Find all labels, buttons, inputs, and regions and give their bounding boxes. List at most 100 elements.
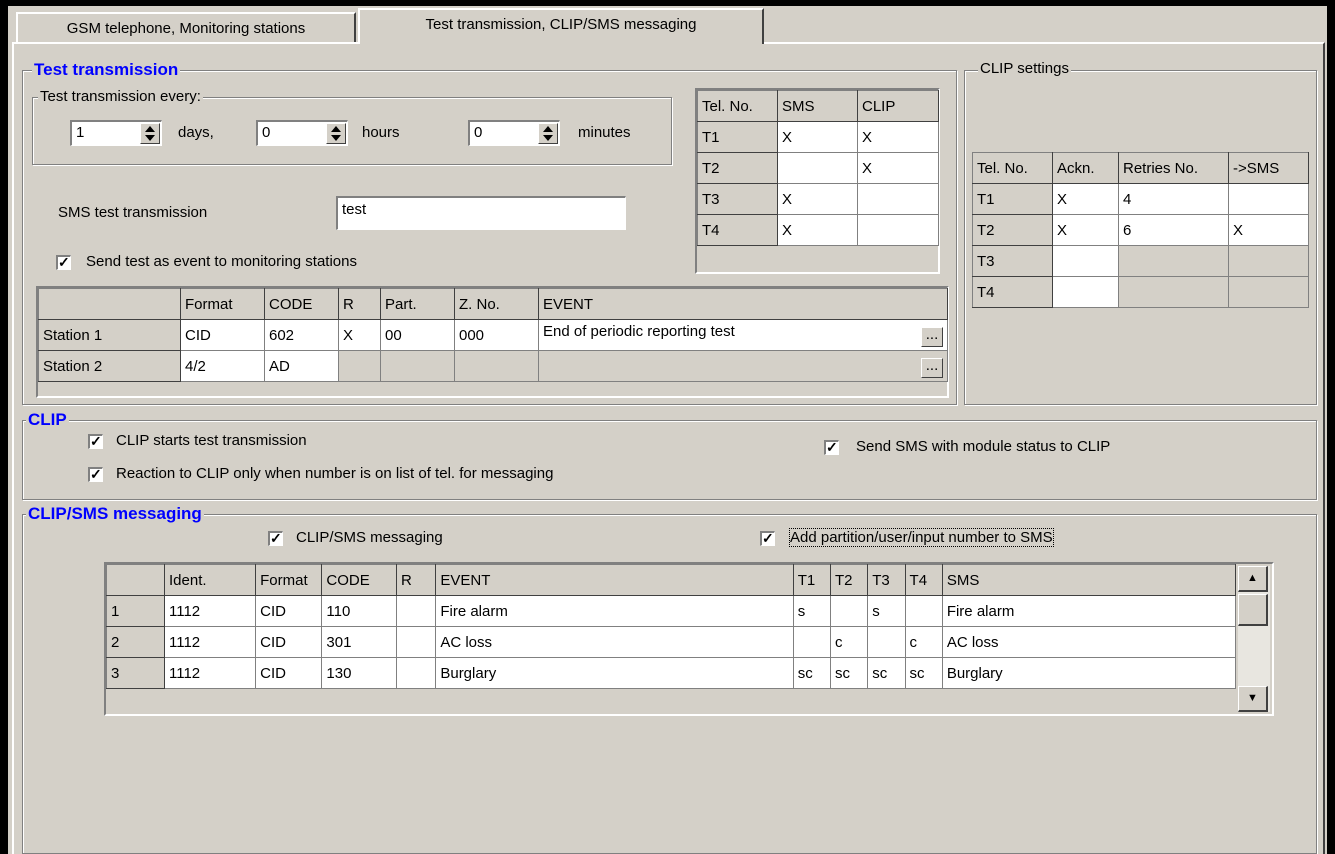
table-cell[interactable]: X xyxy=(338,319,381,351)
spin-updown-icon[interactable] xyxy=(326,123,346,144)
table-cell[interactable]: Burglary xyxy=(941,657,1237,689)
table-cell[interactable]: X xyxy=(1052,183,1119,215)
days-value: 1 xyxy=(76,124,85,141)
table-cell[interactable] xyxy=(857,183,939,215)
table-cell[interactable]: 110 xyxy=(321,595,397,627)
table-cell[interactable]: CID xyxy=(180,319,265,351)
table-cell[interactable]: 301 xyxy=(321,626,397,658)
table-cell[interactable]: c xyxy=(904,626,943,658)
column-header: ->SMS xyxy=(1228,152,1309,184)
checkmark-icon[interactable] xyxy=(760,529,775,547)
table-cell[interactable]: 00 xyxy=(380,319,455,351)
ellipsis-button[interactable]: ... xyxy=(921,358,943,378)
table-cell[interactable] xyxy=(792,626,831,658)
table-cell[interactable]: AD xyxy=(264,350,339,382)
column-header: EVENT xyxy=(538,288,948,320)
table-cell[interactable] xyxy=(1052,245,1119,277)
table-cell xyxy=(380,350,455,382)
table-row: T4 xyxy=(972,276,1309,308)
table-cell[interactable]: CID xyxy=(255,657,323,689)
column-header xyxy=(106,564,165,596)
table-cell[interactable]: 1112 xyxy=(163,626,257,658)
row-header: T3 xyxy=(697,183,778,215)
table-cell[interactable] xyxy=(395,657,437,689)
table-cell[interactable] xyxy=(867,626,906,658)
table-cell[interactable]: Fire alarm xyxy=(435,595,794,627)
table-cell[interactable] xyxy=(777,152,858,184)
tab-test-transmission[interactable]: Test transmission, CLIP/SMS messaging xyxy=(358,8,764,44)
column-header: CODE xyxy=(264,288,339,320)
table-row: T3 X xyxy=(697,183,939,215)
table-cell[interactable]: AC loss xyxy=(941,626,1237,658)
minutes-value: 0 xyxy=(474,124,483,141)
sms-test-input[interactable]: test xyxy=(336,196,626,230)
checkmark-icon[interactable] xyxy=(824,438,839,456)
table-cell[interactable]: 130 xyxy=(321,657,397,689)
table-cell[interactable]: CID xyxy=(255,626,323,658)
table-cell[interactable]: X xyxy=(777,183,858,215)
table-cell xyxy=(1118,245,1229,277)
table-cell[interactable]: X xyxy=(857,121,939,153)
row-header: 1 xyxy=(106,595,165,627)
table-row[interactable]: 2 1112 CID 301 AC loss c c AC loss xyxy=(106,626,1237,658)
table-cell[interactable] xyxy=(395,626,437,658)
scroll-up-icon[interactable]: ▲ xyxy=(1238,566,1268,592)
table-cell[interactable]: sc xyxy=(904,657,943,689)
table-cell[interactable]: CID xyxy=(255,595,323,627)
checkmark-icon[interactable] xyxy=(88,465,103,483)
scroll-thumb[interactable] xyxy=(1238,594,1268,626)
table-cell[interactable] xyxy=(1052,276,1119,308)
table-cell[interactable]: X xyxy=(1052,214,1119,246)
table-cell[interactable]: X xyxy=(1228,214,1309,246)
table-cell[interactable]: 602 xyxy=(264,319,339,351)
table-cell[interactable]: X xyxy=(857,152,939,184)
days-spinner[interactable]: 1 xyxy=(70,120,162,146)
row-header: T4 xyxy=(972,276,1053,308)
column-header: EVENT xyxy=(435,564,794,596)
checkmark-icon[interactable] xyxy=(56,253,71,271)
table-cell[interactable] xyxy=(395,595,437,627)
table-cell[interactable]: c xyxy=(829,626,869,658)
days-label: days, xyxy=(178,124,214,141)
minutes-spinner[interactable]: 0 xyxy=(468,120,560,146)
table-cell[interactable]: X xyxy=(777,214,858,246)
table-row[interactable]: 3 1112 CID 130 Burglary sc sc sc sc Burg… xyxy=(106,657,1237,689)
spin-updown-icon[interactable] xyxy=(538,123,558,144)
ellipsis-button[interactable]: ... xyxy=(921,327,943,347)
table-cell[interactable]: 000 xyxy=(454,319,539,351)
sms-test-label: SMS test transmission xyxy=(58,204,208,221)
spin-updown-icon[interactable] xyxy=(140,123,160,144)
hours-spinner[interactable]: 0 xyxy=(256,120,348,146)
table-cell[interactable]: sc xyxy=(792,657,831,689)
scroll-down-icon[interactable]: ▼ xyxy=(1238,686,1268,712)
table-cell[interactable]: Burglary xyxy=(435,657,794,689)
checkmark-icon[interactable] xyxy=(268,529,283,547)
table-cell[interactable]: AC loss xyxy=(435,626,794,658)
table-cell[interactable] xyxy=(857,214,939,246)
checkmark-icon[interactable] xyxy=(88,432,103,450)
table-cell[interactable] xyxy=(904,595,943,627)
test-transmission-title: Test transmission xyxy=(32,60,181,80)
table-cell[interactable] xyxy=(1228,183,1309,215)
table-cell[interactable]: 1112 xyxy=(163,595,257,627)
table-cell[interactable] xyxy=(829,595,869,627)
table-cell[interactable]: 4 xyxy=(1118,183,1229,215)
table-cell[interactable]: Fire alarm xyxy=(941,595,1237,627)
event-cell[interactable]: ... xyxy=(538,350,948,382)
table-cell[interactable]: 1112 xyxy=(163,657,257,689)
send-sms-status-label: Send SMS with module status to CLIP xyxy=(856,438,1111,455)
table-cell[interactable]: s xyxy=(792,595,831,627)
table-cell[interactable]: X xyxy=(777,121,858,153)
table-cell[interactable]: s xyxy=(867,595,906,627)
table-cell[interactable]: sc xyxy=(829,657,869,689)
test-every-label: Test transmission every: xyxy=(38,88,203,105)
tab-gsm-telephone[interactable]: GSM telephone, Monitoring stations xyxy=(16,12,356,42)
table-cell[interactable]: sc xyxy=(867,657,906,689)
table-row: T2 X xyxy=(697,152,939,184)
table-row[interactable]: 1 1112 CID 110 Fire alarm s s Fire alarm xyxy=(106,595,1237,627)
table-cell[interactable]: 6 xyxy=(1118,214,1229,246)
table-cell[interactable]: 4/2 xyxy=(180,350,265,382)
event-cell[interactable]: End of periodic reporting test... xyxy=(538,319,948,351)
table-cell xyxy=(338,350,381,382)
column-header: T4 xyxy=(904,564,943,596)
